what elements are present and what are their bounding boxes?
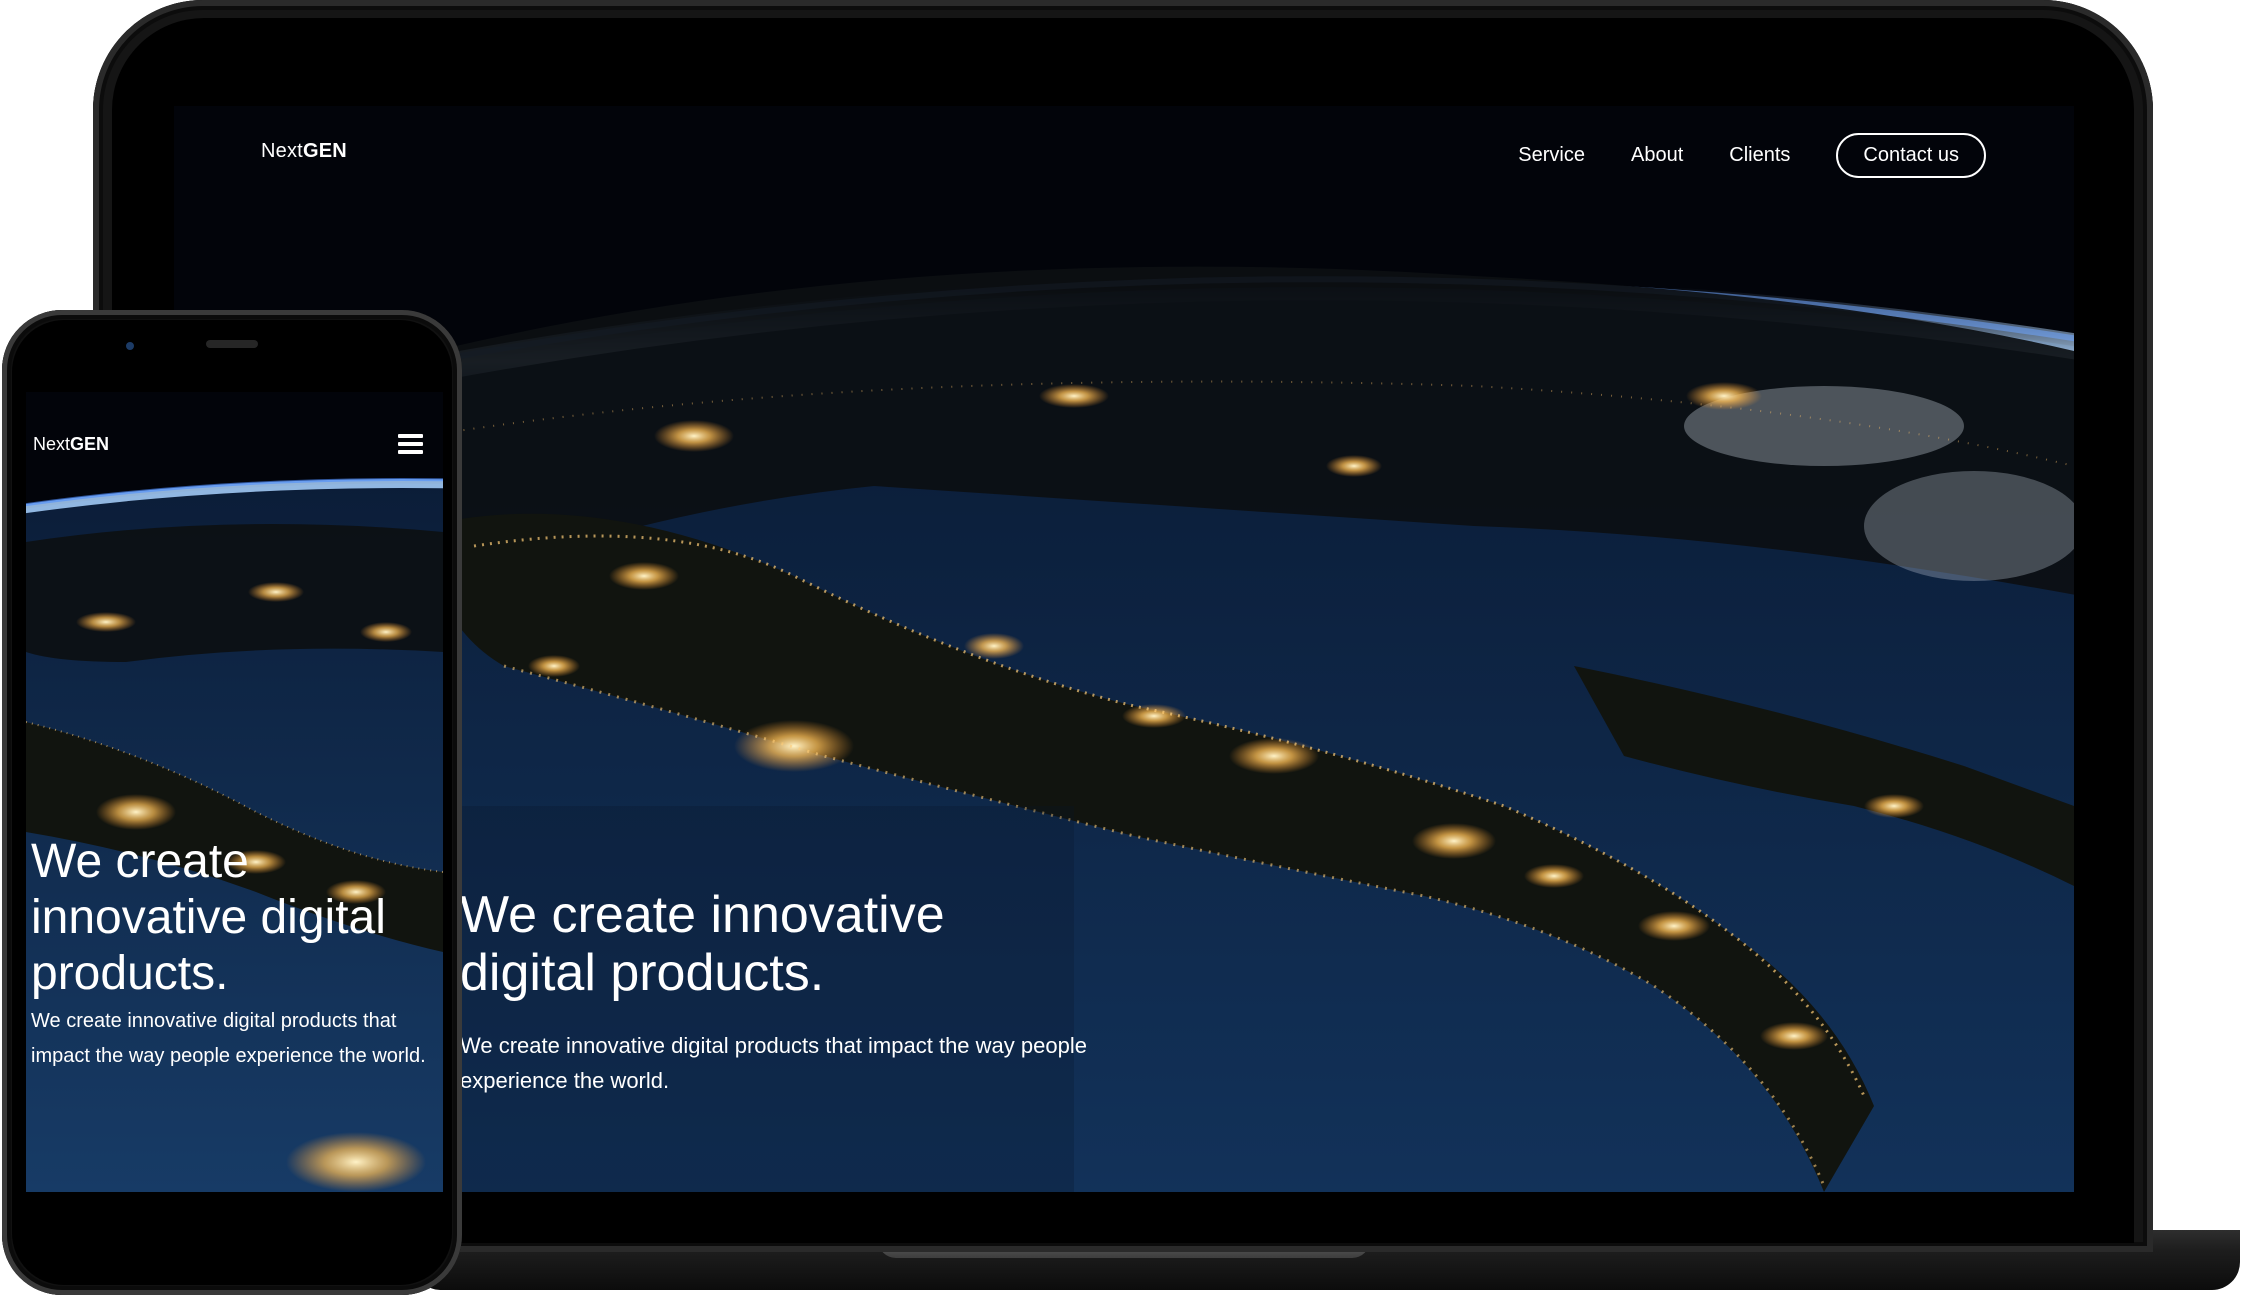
hamburger-icon[interactable] <box>398 434 423 454</box>
site-logo[interactable]: NextGEN <box>261 140 347 163</box>
hero-heading: We create innovative digital products. <box>460 886 945 1002</box>
phone-speaker <box>206 340 258 348</box>
phone-camera <box>126 342 134 350</box>
hero-subtext: We create innovative digital products th… <box>460 1033 1087 1093</box>
mobile-hero-subtext: We create innovative digital products th… <box>31 1010 426 1067</box>
nav-link-about[interactable]: About <box>1631 144 1683 167</box>
hero-heading-line-2: digital products. <box>460 944 825 1002</box>
mobile-logo-light-text: Next <box>33 434 71 454</box>
nav-link-clients[interactable]: Clients <box>1729 144 1790 167</box>
main-navigation: Service About Clients Contact us <box>1472 133 1986 178</box>
mobile-logo-bold-text: GEN <box>70 434 110 454</box>
mobile-hero-heading: We create innovative digital products. <box>31 835 386 1000</box>
nav-link-service[interactable]: Service <box>1518 144 1585 167</box>
mobile-site-logo[interactable]: NextGEN <box>33 434 109 455</box>
contact-us-button[interactable]: Contact us <box>1836 133 1986 178</box>
phone-screen: NextGEN We create innovative digital pro… <box>26 392 443 1192</box>
phone-frame: NextGEN We create innovative digital pro… <box>2 310 462 1295</box>
hero-heading-line-1: We create innovative <box>460 886 945 944</box>
logo-light-text: Next <box>261 140 303 162</box>
logo-bold-text: GEN <box>302 140 347 162</box>
